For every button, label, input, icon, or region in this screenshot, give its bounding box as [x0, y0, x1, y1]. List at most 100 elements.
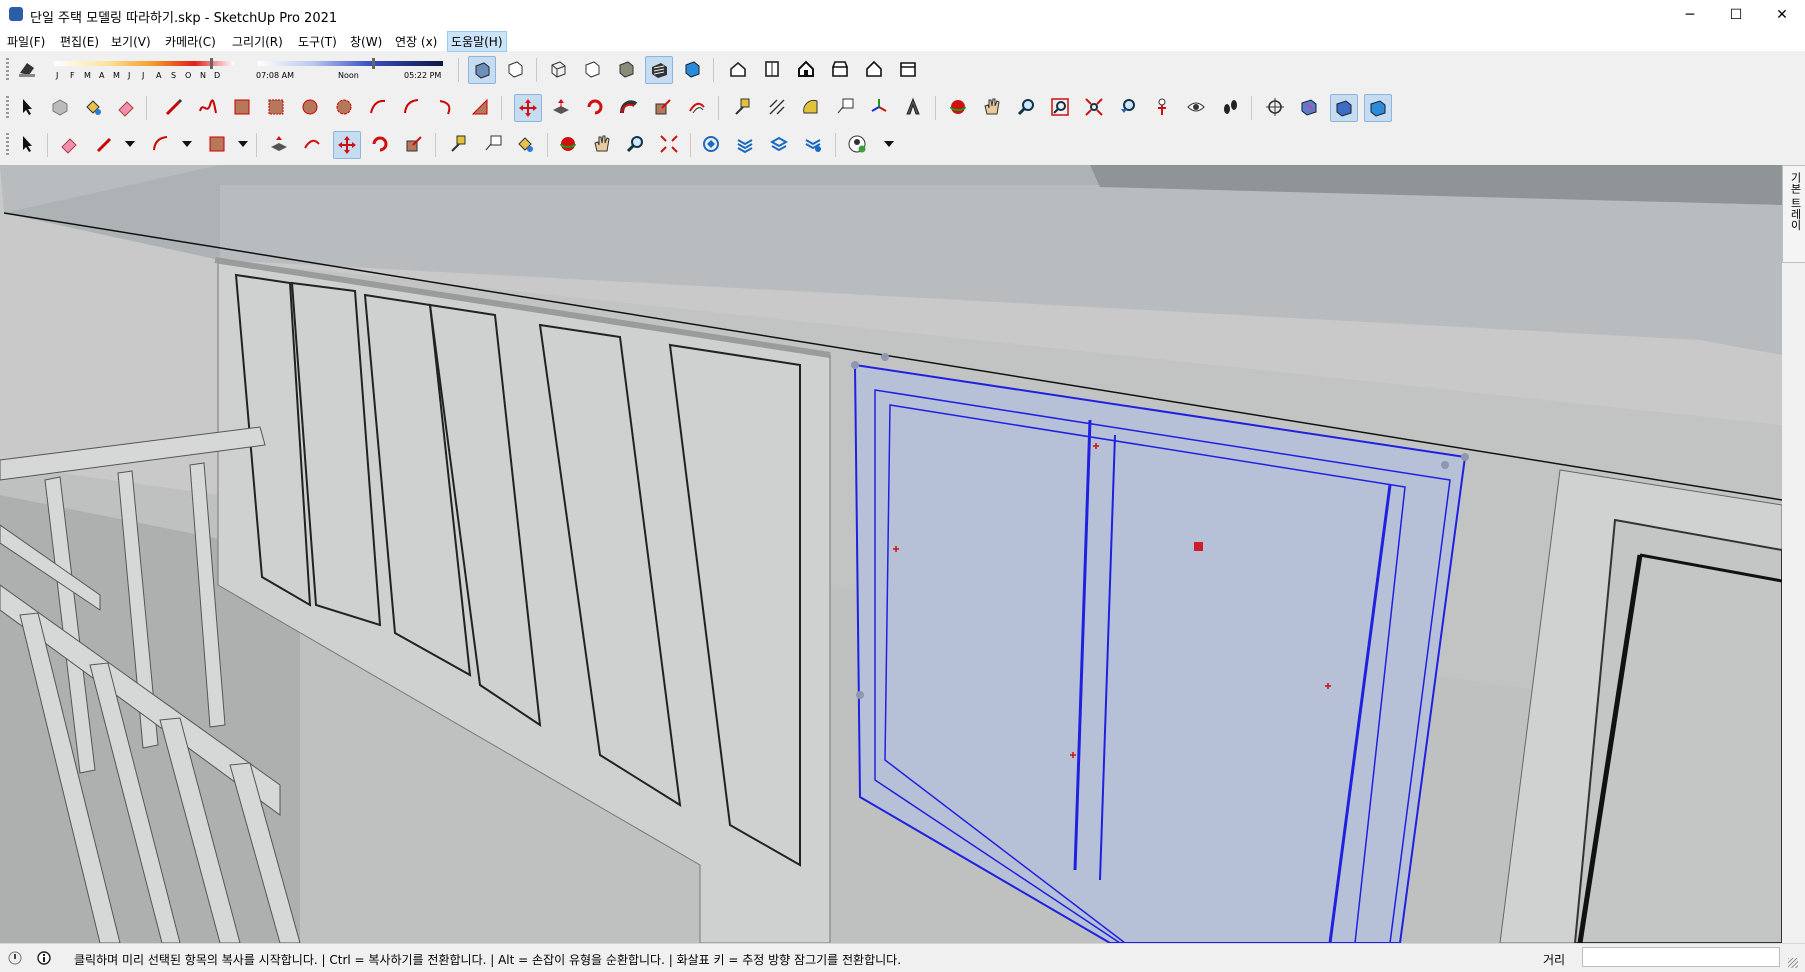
push-pull-button[interactable]: [548, 94, 574, 120]
pie-tool-button[interactable]: [467, 94, 493, 120]
protractor-button[interactable]: [798, 94, 824, 120]
3d-warehouse-button[interactable]: [698, 131, 724, 157]
display-section-cuts-button[interactable]: [1330, 94, 1358, 122]
left-view-button[interactable]: [895, 56, 921, 82]
back-edges-button[interactable]: [502, 56, 528, 82]
menu-extensions[interactable]: 연장 (x): [392, 32, 440, 51]
two-point-arc-button[interactable]: [399, 94, 425, 120]
menu-view[interactable]: 보기(V): [108, 32, 154, 51]
eraser-button-2[interactable]: [56, 131, 82, 157]
axes-tool-button[interactable]: [866, 94, 892, 120]
right-view-button[interactable]: [827, 56, 853, 82]
front-view-button[interactable]: [793, 56, 819, 82]
section-plane-button[interactable]: [1262, 94, 1288, 120]
three-point-arc-button[interactable]: [433, 94, 459, 120]
shadows-toggle-button[interactable]: [14, 56, 40, 82]
month-slider[interactable]: J F M A M J J A S O N D: [52, 58, 237, 82]
freehand-tool-button[interactable]: [195, 94, 221, 120]
bbox-grip[interactable]: [851, 361, 859, 369]
display-section-fill-button[interactable]: [1364, 94, 1392, 122]
shape-tool-dropdown[interactable]: [204, 131, 230, 157]
position-camera-button[interactable]: [1149, 94, 1175, 120]
move-tool-button-2[interactable]: [333, 131, 361, 159]
shaded-textures-button[interactable]: [645, 56, 673, 84]
line-tool-dropdown[interactable]: [92, 131, 118, 157]
monochrome-button[interactable]: [679, 56, 705, 82]
move-tool-button[interactable]: [514, 94, 542, 122]
chevron-down-icon[interactable]: [238, 141, 248, 149]
previous-view-button[interactable]: [1115, 94, 1141, 120]
circle-tool-button[interactable]: [297, 94, 323, 120]
polygon-tool-button[interactable]: [331, 94, 357, 120]
bbox-grip[interactable]: [881, 353, 889, 361]
look-around-button[interactable]: [1183, 94, 1209, 120]
dimension-tool-button[interactable]: [764, 94, 790, 120]
line-tool-button[interactable]: [161, 94, 187, 120]
bbox-grip[interactable]: [856, 691, 864, 699]
scale-tool-button[interactable]: [650, 94, 676, 120]
menu-draw[interactable]: 그리기(R): [229, 32, 286, 51]
toolbar-grip[interactable]: [6, 96, 9, 120]
rotate-tool-button-2[interactable]: [367, 131, 393, 157]
layout-send-button[interactable]: [766, 131, 792, 157]
paint-bucket-button[interactable]: [80, 94, 106, 120]
chevron-down-icon[interactable]: [125, 141, 135, 149]
select-tool-button-2[interactable]: [14, 131, 40, 157]
menu-help[interactable]: 도움말(H): [447, 31, 507, 52]
menu-edit[interactable]: 편집(E): [57, 32, 102, 51]
minimize-button[interactable]: ─: [1667, 0, 1713, 30]
move-grip-center[interactable]: [1194, 542, 1203, 551]
iso-view-button[interactable]: [725, 56, 751, 82]
shaded-button[interactable]: [613, 56, 639, 82]
orbit-tool-button-2[interactable]: [555, 131, 581, 157]
follow-me-button[interactable]: [616, 94, 642, 120]
3d-text-button[interactable]: [900, 94, 926, 120]
bbox-grip[interactable]: [1441, 461, 1449, 469]
menu-file[interactable]: 파일(F): [4, 32, 48, 51]
zoom-window-button[interactable]: [1047, 94, 1073, 120]
zoom-tool-button-2[interactable]: [622, 131, 648, 157]
push-pull-button-2[interactable]: [266, 131, 292, 157]
text-tool-button[interactable]: [832, 94, 858, 120]
zoom-extents-button[interactable]: [1081, 94, 1107, 120]
time-slider[interactable]: 07:08 AM Noon 05:22 PM: [256, 58, 446, 82]
display-section-planes-button[interactable]: [1296, 94, 1322, 120]
chevron-down-icon[interactable]: [884, 141, 894, 149]
measurements-input[interactable]: [1582, 947, 1780, 967]
paint-bucket-button-2[interactable]: [512, 131, 538, 157]
walk-button[interactable]: [1217, 94, 1243, 120]
bbox-grip[interactable]: [1461, 453, 1469, 461]
toolbar-grip[interactable]: [6, 133, 9, 157]
eraser-button[interactable]: [113, 94, 139, 120]
zoom-extents-button-2[interactable]: [656, 131, 682, 157]
arc-tool-dropdown[interactable]: [148, 131, 174, 157]
wireframe-button[interactable]: [545, 56, 571, 82]
chevron-down-icon[interactable]: [182, 141, 192, 149]
resize-grip[interactable]: [1788, 958, 1798, 968]
account-button[interactable]: [844, 131, 870, 157]
toolbar-grip[interactable]: [6, 58, 9, 82]
menu-window[interactable]: 창(W): [347, 32, 385, 51]
offset-tool-button-2[interactable]: [299, 131, 325, 157]
model-viewport[interactable]: [0, 165, 1782, 943]
geo-location-icon[interactable]: [8, 951, 22, 965]
menu-tools[interactable]: 도구(T): [295, 32, 340, 51]
make-component-button[interactable]: [47, 94, 73, 120]
pan-tool-button-2[interactable]: [589, 131, 615, 157]
text-tool-button-2[interactable]: [480, 131, 506, 157]
pan-tool-button[interactable]: [979, 94, 1005, 120]
xray-button[interactable]: [468, 56, 496, 84]
hidden-line-button[interactable]: [579, 56, 605, 82]
default-tray-tab[interactable]: 기본 트레이: [1782, 165, 1805, 263]
arc-tool-button[interactable]: [365, 94, 391, 120]
zoom-tool-button[interactable]: [1013, 94, 1039, 120]
tape-measure-button-2[interactable]: [446, 131, 472, 157]
tape-measure-button[interactable]: [730, 94, 756, 120]
rotate-tool-button[interactable]: [582, 94, 608, 120]
scale-tool-button-2[interactable]: [401, 131, 427, 157]
back-view-button[interactable]: [861, 56, 887, 82]
orbit-tool-button[interactable]: [945, 94, 971, 120]
rectangle-tool-button[interactable]: [229, 94, 255, 120]
menu-camera[interactable]: 카메라(C): [162, 32, 219, 51]
maximize-button[interactable]: ☐: [1713, 0, 1759, 30]
